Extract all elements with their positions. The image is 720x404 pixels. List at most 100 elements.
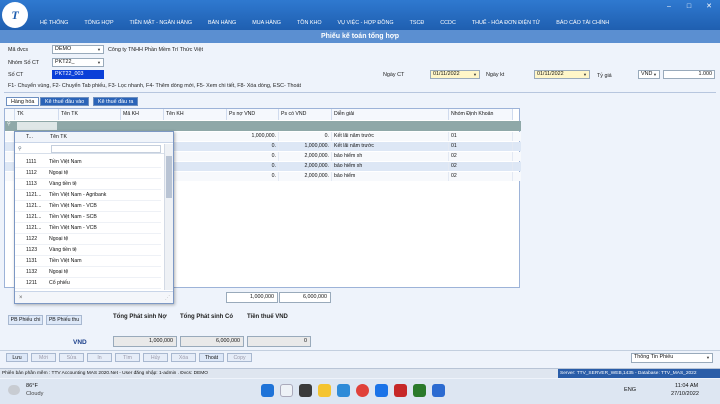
menu-ban-hang[interactable]: BÁN HÀNG — [200, 17, 244, 29]
cell-ps-co[interactable]: 2,000,000. — [279, 172, 332, 181]
cell-ps-no[interactable]: 0. — [227, 152, 279, 161]
col-dien-giai[interactable]: Diễn giải — [332, 109, 449, 120]
cell-nhom[interactable]: 01 — [449, 132, 513, 141]
ngay-ct-field[interactable]: 01/11/2022 ▼ — [430, 70, 480, 79]
pb-phieu-thu-button[interactable]: PB Phiếu thu — [46, 315, 82, 325]
ma-dvcs-field[interactable]: DEMO ▼ — [52, 45, 104, 54]
excel-icon[interactable] — [413, 384, 426, 397]
minimize-icon[interactable]: – — [662, 2, 676, 11]
list-item[interactable]: 1131 Tiền Việt Nam — [15, 256, 161, 267]
cell-dien-giai[interactable]: Kết lãi năm trước — [332, 132, 449, 141]
popup-col-name[interactable]: Tên TK — [50, 132, 67, 143]
search-icon[interactable] — [280, 384, 293, 397]
col-nhom-dk[interactable]: Nhóm Định Khoản — [449, 109, 513, 120]
popup-scrollbar[interactable] — [164, 144, 173, 290]
save-button[interactable]: Lưu — [6, 353, 28, 362]
menu-he-thong[interactable]: HỆ THỐNG — [32, 17, 76, 29]
menu-tien-mat[interactable]: TIỀN MẶT - NGÂN HÀNG — [122, 17, 201, 29]
cell-ps-no[interactable]: 0. — [227, 172, 279, 181]
popup-filter-row[interactable]: ⚲ — [15, 144, 165, 154]
tab-ke-thue-dau-vao[interactable]: Kê thuế đầu vào — [40, 97, 90, 106]
list-item[interactable]: 1121... Tiền Việt Nam - SCB — [15, 212, 161, 223]
cell-nhom[interactable]: 01 — [449, 142, 513, 151]
clock-date[interactable]: 27/10/2022 — [671, 391, 699, 397]
nhom-so-ct-field[interactable]: PKT22_ ▼ — [52, 58, 104, 67]
menu-bao-cao[interactable]: BÁO CÁO TÀI CHÍNH — [548, 17, 617, 29]
print-button[interactable]: In — [87, 353, 112, 362]
cell-ps-no[interactable]: 0. — [227, 142, 279, 151]
menu-tscd[interactable]: TSCĐ — [402, 17, 433, 29]
delete-button[interactable]: Xóa — [171, 353, 196, 362]
menu-ton-kho[interactable]: TỒN KHO — [289, 17, 330, 29]
cell-ps-no[interactable]: 0. — [227, 162, 279, 171]
cell-dien-giai[interactable]: bảo hiểm xh — [332, 162, 449, 171]
word-icon[interactable] — [432, 384, 445, 397]
list-item[interactable]: 1121... Tiền Việt Nam - VCB — [15, 201, 161, 212]
popup-col-code[interactable]: T... — [26, 132, 33, 143]
exit-button[interactable]: Thoát — [199, 353, 224, 362]
menu-mua-hang[interactable]: MUA HÀNG — [244, 17, 289, 29]
ty-gia-field[interactable]: 1.000 — [663, 70, 715, 79]
list-item[interactable]: 1211 Cổ phiếu — [15, 278, 161, 289]
close-icon[interactable]: ✕ — [702, 2, 716, 11]
cell-nhom[interactable]: 02 — [449, 172, 513, 181]
list-item[interactable]: 1113 Vàng tiền tệ — [15, 179, 161, 190]
cell-ps-co[interactable]: 1,000,000. — [279, 142, 332, 151]
list-item[interactable]: 1111 Tiền Việt Nam — [15, 157, 161, 168]
cell-ps-no[interactable]: 1,000,000. — [227, 132, 279, 141]
list-item[interactable]: 1121... Tiền Việt Nam - Agribank — [15, 190, 161, 201]
scrollbar-thumb[interactable] — [166, 156, 172, 198]
chevron-down-icon[interactable]: ▼ — [97, 60, 102, 65]
chevron-down-icon[interactable]: ▼ — [473, 72, 478, 77]
pb-phieu-chi-button[interactable]: PB Phiếu chi — [8, 315, 43, 325]
ngay-kt-field[interactable]: 01/11/2022 ▼ — [534, 70, 590, 79]
chevron-down-icon[interactable]: ▼ — [653, 72, 658, 77]
list-item[interactable]: 1123 Vàng tiền tệ — [15, 245, 161, 256]
copy-button[interactable]: Copy — [227, 353, 252, 362]
edge-icon[interactable] — [337, 384, 350, 397]
col-ps-no[interactable]: Ps nợ VND — [227, 109, 279, 120]
ttv-icon[interactable] — [394, 384, 407, 397]
file-explorer-icon[interactable] — [318, 384, 331, 397]
clock-time[interactable]: 11:04 AM — [675, 383, 698, 389]
cell-dien-giai[interactable]: Kết lãi năm trước — [332, 142, 449, 151]
col-ps-co[interactable]: Ps có VND — [279, 109, 332, 120]
task-view-icon[interactable] — [299, 384, 312, 397]
cell-nhom[interactable]: 02 — [449, 152, 513, 161]
menu-thue[interactable]: THUẾ - HÓA ĐƠN ĐIỆN TỬ — [464, 17, 548, 29]
zalo-icon[interactable] — [375, 384, 388, 397]
col-ma-kh[interactable]: Mã KH — [121, 109, 164, 120]
filter-row[interactable]: ⚲ — [5, 121, 521, 131]
new-button[interactable]: Mới — [31, 353, 56, 362]
tab-hang-hoa[interactable]: Hàng hóa — [6, 97, 40, 106]
col-ten-tk[interactable]: Tên TK — [59, 109, 121, 120]
list-item[interactable]: 1121... Tiền Việt Nam - VCB — [15, 223, 161, 234]
chrome-icon[interactable] — [356, 384, 369, 397]
cell-nhom[interactable]: 02 — [449, 162, 513, 171]
weather-temp[interactable]: 86°F — [26, 383, 38, 389]
tab-ke-thue-dau-ra[interactable]: Kê thuế đầu ra — [93, 97, 139, 106]
close-icon[interactable]: × — [19, 292, 23, 304]
menu-ccdc[interactable]: CCDC — [432, 17, 464, 29]
info-select[interactable]: Thông Tin Phiếu ▼ — [631, 353, 713, 363]
input-language[interactable]: ENG — [624, 387, 636, 393]
edit-button[interactable]: Sửa — [59, 353, 84, 362]
cell-dien-giai[interactable]: bảo hiểm xh — [332, 152, 449, 161]
resize-grip-icon[interactable]: ⋰ — [165, 292, 170, 304]
weather-desc[interactable]: Cloudy — [26, 391, 43, 397]
menu-vu-viec[interactable]: VỤ VIỆC - HỢP ĐỒNG — [330, 17, 402, 29]
currency-field[interactable]: VND ▼ — [638, 70, 660, 79]
tk-filter-input[interactable] — [17, 122, 57, 130]
cell-ps-co[interactable]: 0. — [279, 132, 332, 141]
windows-start-icon[interactable] — [261, 384, 274, 397]
cell-ps-co[interactable]: 2,000,000. — [279, 162, 332, 171]
chevron-down-icon[interactable]: ▼ — [97, 47, 102, 52]
list-item[interactable]: 1122 Ngoại tệ — [15, 234, 161, 245]
cancel-button[interactable]: Hủy — [143, 353, 168, 362]
list-item[interactable]: 1132 Ngoại tệ — [15, 267, 161, 278]
popup-filter-input[interactable] — [51, 145, 161, 153]
maximize-icon[interactable]: □ — [682, 2, 696, 11]
list-item[interactable]: 1112 Ngoại tệ — [15, 168, 161, 179]
so-ct-field[interactable]: PKT22_003 — [52, 70, 104, 79]
menu-tong-hop[interactable]: TỔNG HỢP — [76, 17, 121, 29]
